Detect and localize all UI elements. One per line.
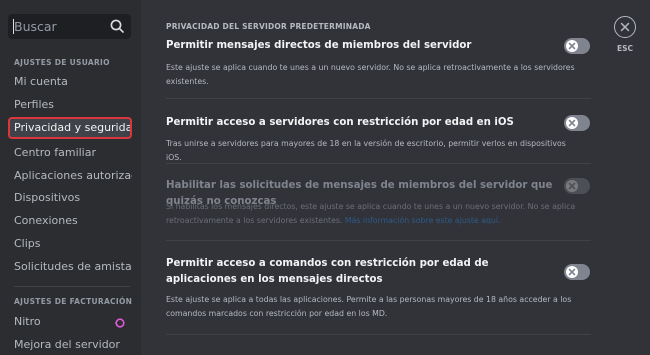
search-input[interactable] (14, 18, 104, 35)
toggle-server-dms[interactable] (564, 38, 590, 54)
x-icon (568, 268, 576, 276)
toggle-knob (566, 266, 578, 278)
setting-desc-message-requests: Si habilitas los mensajes directos, este… (166, 200, 581, 228)
section-title: Privacidad del servidor predeterminada (166, 22, 371, 31)
toggle-ios-age-restricted[interactable] (564, 115, 590, 131)
text-caret (13, 19, 14, 34)
toggle-message-requests (564, 178, 590, 194)
setting-desc-server-dms: Este ajuste se aplica cuando te unes a u… (166, 63, 575, 86)
esc-label: ESC (616, 44, 634, 53)
setting-title-age-restricted-commands: Permitir acceso a comandos con restricci… (166, 258, 489, 285)
sidebar-item-family-center[interactable]: Centro familiar (8, 142, 132, 164)
sidebar-divider (14, 286, 130, 287)
close-button[interactable] (614, 16, 636, 38)
row-divider (166, 334, 591, 335)
privacy-settings-panel: Privacidad del servidor predeterminada P… (141, 0, 650, 355)
sidebar-item-my-account[interactable]: Mi cuenta (8, 71, 132, 93)
setting-desc-age-restricted-commands: Este ajuste se aplica a todas las aplica… (166, 295, 572, 318)
row-divider (166, 98, 591, 99)
toggle-knob (566, 117, 578, 129)
x-icon (568, 119, 576, 127)
toggle-knob (566, 40, 578, 52)
sidebar-item-nitro[interactable]: Nitro (8, 311, 132, 333)
row-divider (166, 240, 591, 241)
sidebar-item-privacy-safety[interactable]: Privacidad y seguridad (8, 117, 132, 139)
x-icon (568, 182, 576, 190)
sidebar-item-profiles[interactable]: Perfiles (8, 94, 132, 116)
row-divider (166, 163, 591, 164)
x-icon (568, 42, 576, 50)
user-settings-header: Ajustes de usuario (14, 58, 110, 67)
sidebar-item-friend-requests[interactable]: Solicitudes de amistad (8, 256, 132, 278)
setting-desc-ios-age-restricted: Tras unirse a servidores para mayores de… (166, 139, 566, 162)
sidebar-item-connections[interactable]: Conexiones (8, 210, 132, 232)
learn-more-link[interactable]: Más información sobre este ajuste aquí. (345, 216, 501, 225)
sidebar-item-clips[interactable]: Clips (8, 233, 132, 255)
toggle-knob (566, 180, 578, 192)
setting-title-ios-age-restricted: Permitir acceso a servidores con restric… (166, 117, 514, 128)
search-icon[interactable] (109, 18, 125, 34)
nitro-icon (115, 318, 125, 328)
sidebar-item-server-boost[interactable]: Mejora del servidor (8, 334, 132, 355)
search-box[interactable] (8, 14, 131, 39)
sidebar-item-authorized-apps[interactable]: Aplicaciones autorizad... (8, 165, 132, 187)
close-icon (620, 22, 630, 32)
billing-settings-header: Ajustes de facturación (14, 297, 133, 306)
setting-title-server-dms: Permitir mensajes directos de miembros d… (166, 40, 472, 51)
settings-sidebar: Ajustes de usuario Mi cuenta Perfiles Pr… (0, 0, 141, 355)
sidebar-item-devices[interactable]: Dispositivos (8, 187, 132, 209)
toggle-age-restricted-commands[interactable] (564, 264, 590, 280)
